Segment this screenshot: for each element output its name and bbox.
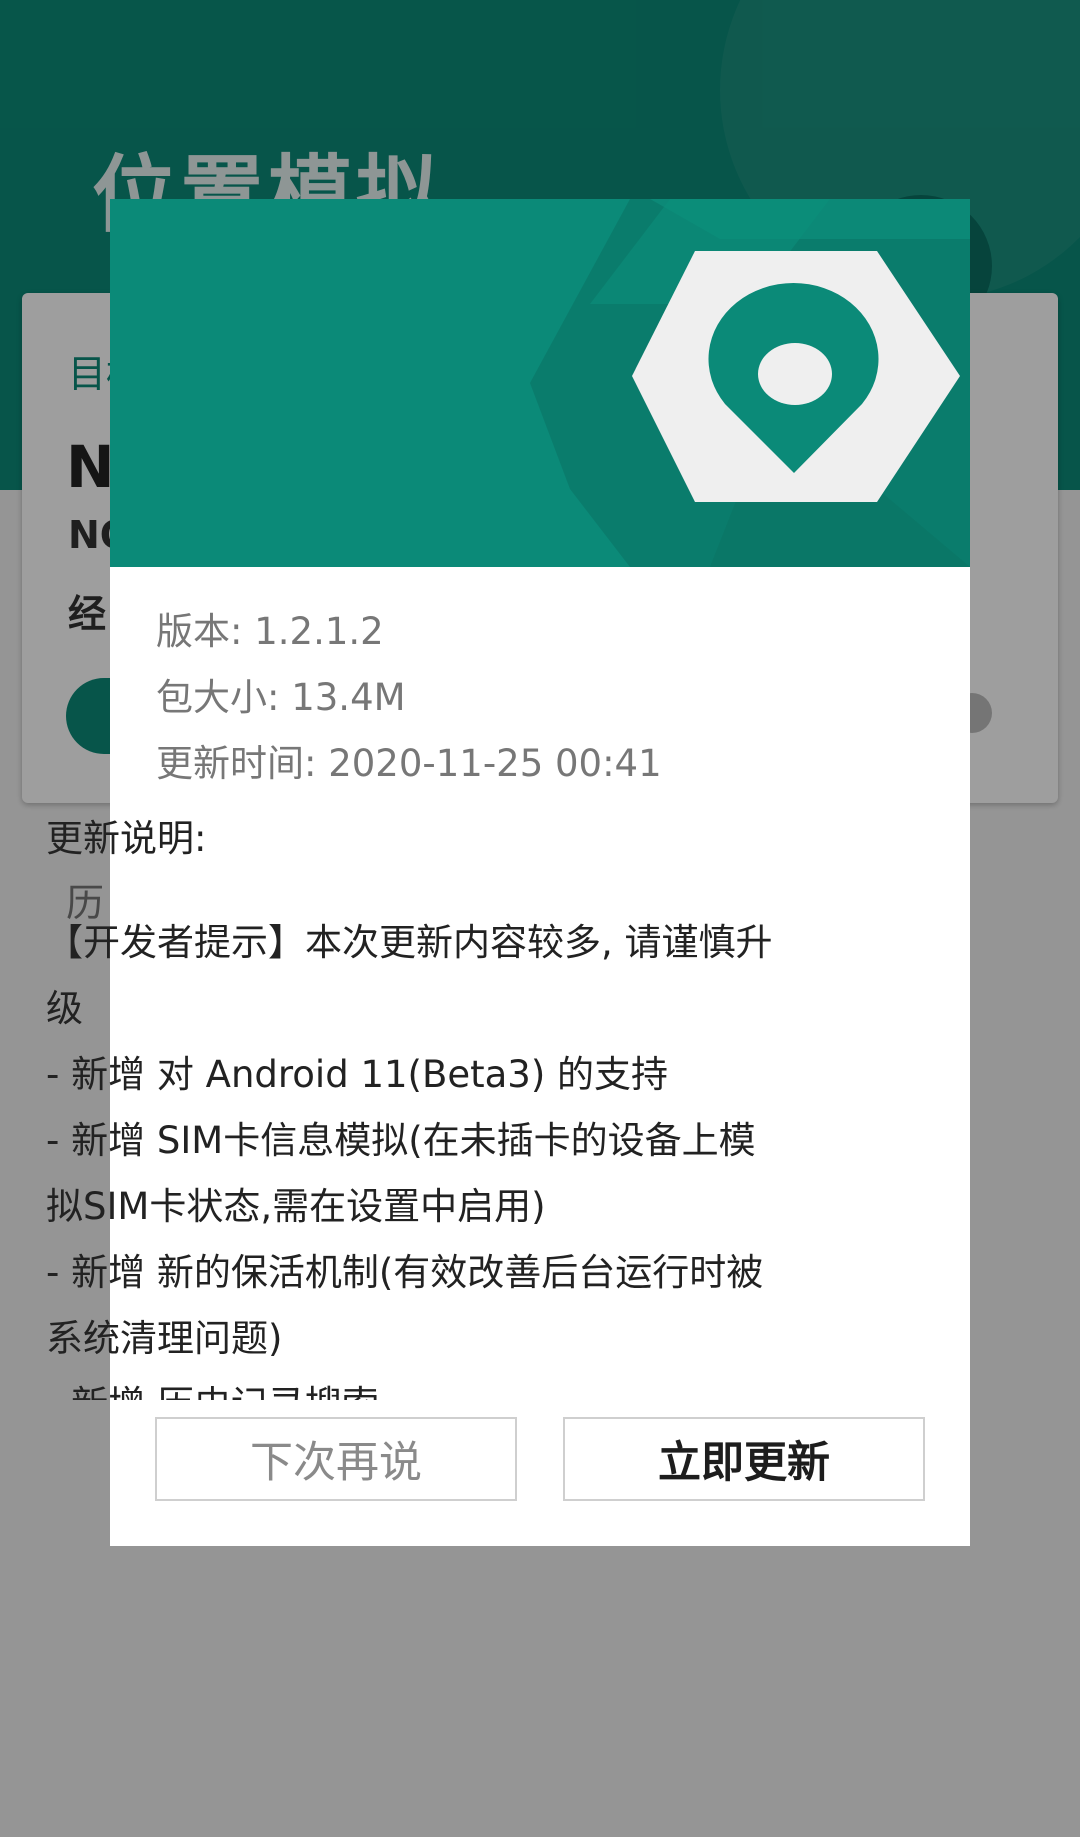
dialog-banner: [110, 199, 970, 567]
update-now-button[interactable]: 立即更新: [563, 1417, 925, 1501]
notes-line: - 新增 历史记录搜索: [46, 1372, 826, 1400]
update-notes-scroll[interactable]: 【开发者提示】本次更新内容较多, 请谨慎升 级 - 新增 对 Android 1…: [46, 910, 826, 1400]
package-size-text: 包大小: 13.4M: [156, 676, 406, 719]
notes-line: - 新增 SIM卡信息模拟(在未插卡的设备上模: [46, 1119, 756, 1162]
notes-line: 拟SIM卡状态,需在设置中启用): [46, 1185, 546, 1228]
notes-line: - 新增 新的保活机制(有效改善后台运行时被: [46, 1251, 764, 1294]
notes-title: 更新说明:: [46, 817, 207, 860]
notes-line: 【开发者提示】本次更新内容较多, 请谨慎升: [46, 921, 773, 964]
location-pin-hexagon-icon: [530, 199, 970, 567]
later-button[interactable]: 下次再说: [155, 1417, 517, 1501]
notes-line: 级: [46, 987, 83, 1030]
update-time-text: 更新时间: 2020-11-25 00:41: [156, 742, 662, 785]
notes-line: - 新增 对 Android 11(Beta3) 的支持: [46, 1053, 669, 1096]
notes-line: 系统清理问题): [46, 1317, 283, 1360]
version-text: 版本: 1.2.1.2: [156, 610, 384, 653]
